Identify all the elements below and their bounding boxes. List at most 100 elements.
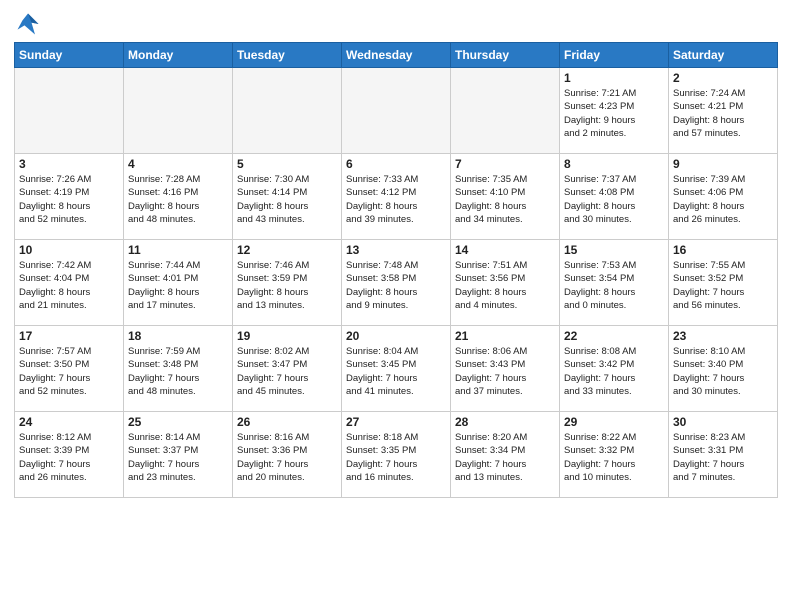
calendar-cell: 6Sunrise: 7:33 AM Sunset: 4:12 PM Daylig…: [342, 154, 451, 240]
day-number: 7: [455, 157, 555, 171]
day-info: Sunrise: 8:12 AM Sunset: 3:39 PM Dayligh…: [19, 431, 119, 484]
day-info: Sunrise: 8:14 AM Sunset: 3:37 PM Dayligh…: [128, 431, 228, 484]
day-info: Sunrise: 7:24 AM Sunset: 4:21 PM Dayligh…: [673, 87, 773, 140]
day-number: 17: [19, 329, 119, 343]
calendar-header-row: SundayMondayTuesdayWednesdayThursdayFrid…: [15, 43, 778, 68]
calendar-cell: 30 Sunrise: 8:23 AM Sunset: 3:31 PM Dayli…: [669, 412, 778, 498]
day-number: 5: [237, 157, 337, 171]
day-info: Sunrise: 8:04 AM Sunset: 3:45 PM Dayligh…: [346, 345, 446, 398]
calendar-week-1: 3 Sunrise: 7:26 AM Sunset: 4:19 PM Daylig…: [15, 154, 778, 240]
calendar-cell: 15 Sunrise: 7:53 AM Sunset: 3:54 PM Dayli…: [560, 240, 669, 326]
day-info: Sunrise: 7:26 AM Sunset: 4:19 PM Dayligh…: [19, 173, 119, 226]
day-number: 21: [455, 329, 555, 343]
calendar-cell: 24Sunrise: 8:12 AM Sunset: 3:39 PM Dayli…: [15, 412, 124, 498]
day-info: Sunrise: 7:53 AM Sunset: 3:54 PM Dayligh…: [564, 259, 664, 312]
header: [14, 10, 778, 38]
calendar-header-saturday: Saturday: [669, 43, 778, 68]
day-info: Sunrise: 8:18 AM Sunset: 3:35 PM Dayligh…: [346, 431, 446, 484]
day-info: Sunrise: 7:37 AM Sunset: 4:08 PM Dayligh…: [564, 173, 664, 226]
calendar-cell: [342, 68, 451, 154]
calendar-cell: 9 Sunrise: 7:39 AM Sunset: 4:06 PM Daylig…: [669, 154, 778, 240]
day-number: 22: [564, 329, 664, 343]
calendar-cell: [124, 68, 233, 154]
day-number: 20: [346, 329, 446, 343]
day-info: Sunrise: 7:39 AM Sunset: 4:06 PM Dayligh…: [673, 173, 773, 226]
calendar-cell: 21 Sunrise: 8:06 AM Sunset: 3:43 PM Dayli…: [451, 326, 560, 412]
calendar-cell: 7 Sunrise: 7:35 AM Sunset: 4:10 PM Daylig…: [451, 154, 560, 240]
day-number: 9: [673, 157, 773, 171]
day-info: Sunrise: 8:22 AM Sunset: 3:32 PM Dayligh…: [564, 431, 664, 484]
calendar-cell: 12Sunrise: 7:46 AM Sunset: 3:59 PM Dayli…: [233, 240, 342, 326]
calendar-header-tuesday: Tuesday: [233, 43, 342, 68]
calendar-header-monday: Monday: [124, 43, 233, 68]
day-info: Sunrise: 7:28 AM Sunset: 4:16 PM Dayligh…: [128, 173, 228, 226]
day-number: 8: [564, 157, 664, 171]
calendar-cell: 2 Sunrise: 7:24 AM Sunset: 4:21 PM Daylig…: [669, 68, 778, 154]
day-info: Sunrise: 8:16 AM Sunset: 3:36 PM Dayligh…: [237, 431, 337, 484]
day-number: 13: [346, 243, 446, 257]
calendar-header-thursday: Thursday: [451, 43, 560, 68]
day-info: Sunrise: 8:06 AM Sunset: 3:43 PM Dayligh…: [455, 345, 555, 398]
calendar-header-wednesday: Wednesday: [342, 43, 451, 68]
calendar-table: SundayMondayTuesdayWednesdayThursdayFrid…: [14, 42, 778, 498]
calendar-cell: 3 Sunrise: 7:26 AM Sunset: 4:19 PM Daylig…: [15, 154, 124, 240]
day-info: Sunrise: 7:51 AM Sunset: 3:56 PM Dayligh…: [455, 259, 555, 312]
calendar-cell: 17 Sunrise: 7:57 AM Sunset: 3:50 PM Dayli…: [15, 326, 124, 412]
calendar-cell: [15, 68, 124, 154]
calendar-cell: 28 Sunrise: 8:20 AM Sunset: 3:34 PM Dayli…: [451, 412, 560, 498]
calendar-cell: [233, 68, 342, 154]
calendar-cell: 23Sunrise: 8:10 AM Sunset: 3:40 PM Dayli…: [669, 326, 778, 412]
calendar-cell: 13 Sunrise: 7:48 AM Sunset: 3:58 PM Dayli…: [342, 240, 451, 326]
day-number: 29: [564, 415, 664, 429]
calendar-cell: 22 Sunrise: 8:08 AM Sunset: 3:42 PM Dayli…: [560, 326, 669, 412]
day-info: Sunrise: 8:23 AM Sunset: 3:31 PM Dayligh…: [673, 431, 773, 484]
calendar-cell: 27Sunrise: 8:18 AM Sunset: 3:35 PM Dayli…: [342, 412, 451, 498]
day-number: 4: [128, 157, 228, 171]
day-info: Sunrise: 8:20 AM Sunset: 3:34 PM Dayligh…: [455, 431, 555, 484]
logo: [14, 10, 46, 38]
day-info: Sunrise: 7:44 AM Sunset: 4:01 PM Dayligh…: [128, 259, 228, 312]
calendar-header-friday: Friday: [560, 43, 669, 68]
calendar-cell: 26 Sunrise: 8:16 AM Sunset: 3:36 PM Dayli…: [233, 412, 342, 498]
day-number: 19: [237, 329, 337, 343]
calendar-cell: 5 Sunrise: 7:30 AM Sunset: 4:14 PM Daylig…: [233, 154, 342, 240]
calendar-cell: 4 Sunrise: 7:28 AM Sunset: 4:16 PM Daylig…: [124, 154, 233, 240]
calendar-week-0: 1Sunrise: 7:21 AM Sunset: 4:23 PM Daylig…: [15, 68, 778, 154]
day-number: 30: [673, 415, 773, 429]
day-info: Sunrise: 7:42 AM Sunset: 4:04 PM Dayligh…: [19, 259, 119, 312]
calendar-cell: 25 Sunrise: 8:14 AM Sunset: 3:37 PM Dayli…: [124, 412, 233, 498]
calendar-cell: 19Sunrise: 8:02 AM Sunset: 3:47 PM Dayli…: [233, 326, 342, 412]
calendar-cell: 14 Sunrise: 7:51 AM Sunset: 3:56 PM Dayli…: [451, 240, 560, 326]
calendar-cell: 8 Sunrise: 7:37 AM Sunset: 4:08 PM Daylig…: [560, 154, 669, 240]
day-number: 10: [19, 243, 119, 257]
day-number: 6: [346, 157, 446, 171]
calendar-cell: 10 Sunrise: 7:42 AM Sunset: 4:04 PM Dayli…: [15, 240, 124, 326]
day-number: 14: [455, 243, 555, 257]
calendar-week-2: 10 Sunrise: 7:42 AM Sunset: 4:04 PM Dayli…: [15, 240, 778, 326]
calendar-cell: 1Sunrise: 7:21 AM Sunset: 4:23 PM Daylig…: [560, 68, 669, 154]
day-number: 28: [455, 415, 555, 429]
page-container: SundayMondayTuesdayWednesdayThursdayFrid…: [0, 0, 792, 504]
day-info: Sunrise: 7:57 AM Sunset: 3:50 PM Dayligh…: [19, 345, 119, 398]
day-info: Sunrise: 7:59 AM Sunset: 3:48 PM Dayligh…: [128, 345, 228, 398]
day-number: 18: [128, 329, 228, 343]
calendar-header-sunday: Sunday: [15, 43, 124, 68]
calendar-cell: 11 Sunrise: 7:44 AM Sunset: 4:01 PM Dayli…: [124, 240, 233, 326]
calendar-week-3: 17 Sunrise: 7:57 AM Sunset: 3:50 PM Dayli…: [15, 326, 778, 412]
day-number: 3: [19, 157, 119, 171]
day-number: 2: [673, 71, 773, 85]
day-info: Sunrise: 7:35 AM Sunset: 4:10 PM Dayligh…: [455, 173, 555, 226]
calendar-week-4: 24Sunrise: 8:12 AM Sunset: 3:39 PM Dayli…: [15, 412, 778, 498]
day-number: 15: [564, 243, 664, 257]
day-info: Sunrise: 7:48 AM Sunset: 3:58 PM Dayligh…: [346, 259, 446, 312]
day-number: 1: [564, 71, 664, 85]
day-number: 16: [673, 243, 773, 257]
day-info: Sunrise: 8:08 AM Sunset: 3:42 PM Dayligh…: [564, 345, 664, 398]
calendar-cell: 29 Sunrise: 8:22 AM Sunset: 3:32 PM Dayli…: [560, 412, 669, 498]
day-number: 11: [128, 243, 228, 257]
day-number: 25: [128, 415, 228, 429]
day-info: Sunrise: 7:30 AM Sunset: 4:14 PM Dayligh…: [237, 173, 337, 226]
day-info: Sunrise: 7:55 AM Sunset: 3:52 PM Dayligh…: [673, 259, 773, 312]
day-number: 26: [237, 415, 337, 429]
logo-icon: [14, 10, 42, 38]
